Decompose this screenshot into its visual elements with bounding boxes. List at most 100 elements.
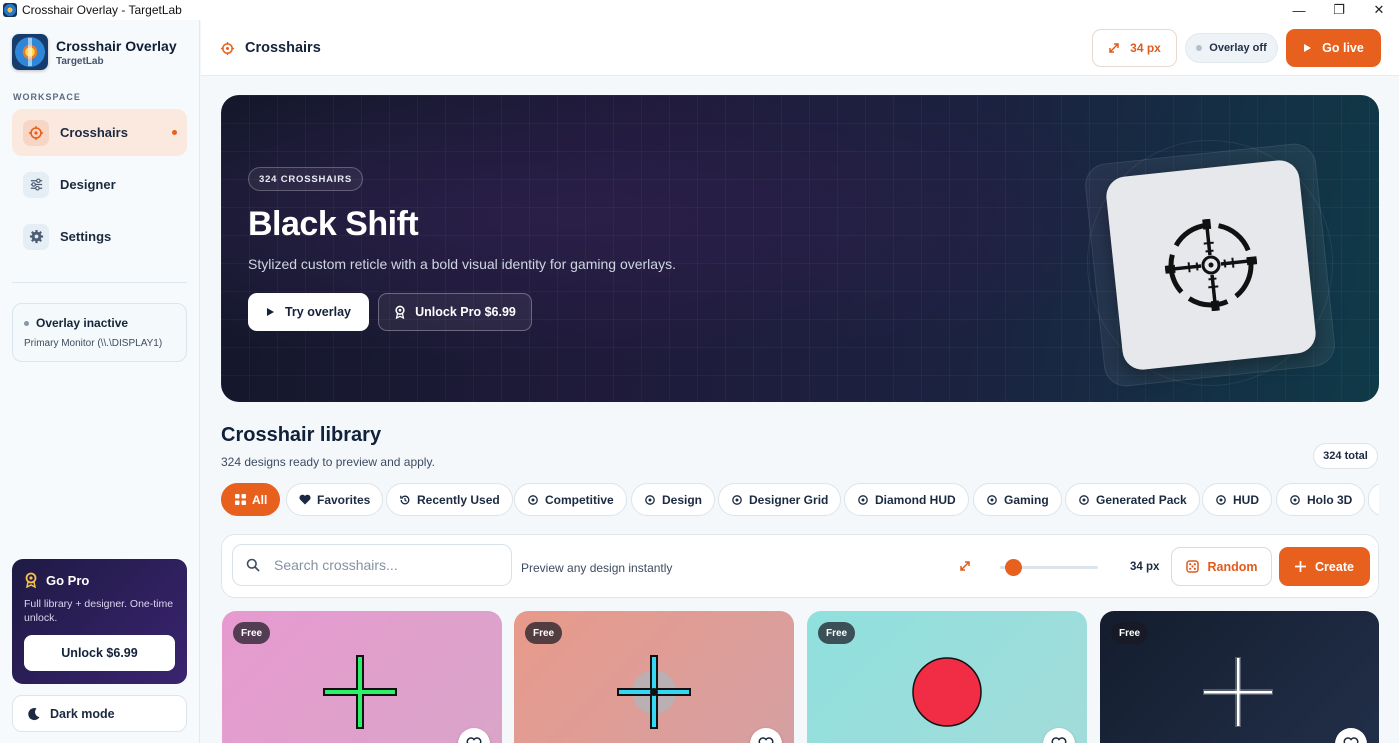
sidebar-item-settings[interactable]: Settings <box>12 213 187 260</box>
library-toolbar: Preview any design instantly 34 px Rando… <box>221 534 1379 598</box>
create-label: Create <box>1315 559 1354 574</box>
library-title: Crosshair library <box>221 424 382 446</box>
overlay-toggle-label: Overlay off <box>1209 42 1267 54</box>
heart-icon <box>758 737 774 743</box>
maximize-button[interactable]: ❐ <box>1319 0 1359 20</box>
crosshair-card[interactable]: Free <box>807 611 1087 743</box>
chip-label: Diamond HUD <box>875 492 956 507</box>
category-chips: All Favorites Recently Used Competitive … <box>221 483 1379 516</box>
history-icon <box>399 494 411 506</box>
chip-gaming[interactable]: Gaming <box>973 483 1062 516</box>
grid-icon <box>234 494 246 506</box>
hero-title: Black Shift <box>248 205 419 243</box>
play-icon <box>266 307 275 317</box>
app-name: Crosshair Overlay <box>56 37 177 54</box>
chip-recently-used[interactable]: Recently Used <box>386 483 513 516</box>
sidebar-item-crosshairs[interactable]: Crosshairs <box>12 109 187 156</box>
sidebar-item-designer[interactable]: Designer <box>12 161 187 208</box>
search-box[interactable] <box>232 544 512 586</box>
target-icon <box>731 494 743 506</box>
go-live-button[interactable]: Go live <box>1286 29 1381 67</box>
size-button[interactable]: 34 px <box>1092 29 1177 67</box>
chip-label: Designer Grid <box>749 492 829 507</box>
chip-favorites[interactable]: Favorites <box>286 483 384 516</box>
target-icon <box>1289 494 1301 506</box>
sidebar: Crosshair Overlay TargetLab WORKSPACE Cr… <box>0 20 200 743</box>
medal-icon <box>24 572 38 588</box>
crosshair-reticle-icon <box>1164 218 1258 312</box>
chip-label: Gaming <box>1004 492 1049 507</box>
chip-competitive[interactable]: Competitive <box>514 483 627 516</box>
unlock-pro-label: Unlock Pro $6.99 <box>415 305 516 319</box>
overlay-status-title: Overlay inactive <box>36 316 129 330</box>
go-pro-description: Full library + designer. One-time unlock… <box>24 598 174 624</box>
dice-icon <box>1185 560 1199 573</box>
overlay-monitor: Primary Monitor (\\.\DISPLAY1) <box>24 338 163 349</box>
chip-diamond-hud[interactable]: Diamond HUD <box>844 483 969 516</box>
size-slider[interactable] <box>1000 559 1098 576</box>
overlay-toggle[interactable]: Overlay off <box>1185 33 1278 63</box>
chip-generated-pack[interactable]: Generated Pack <box>1065 483 1200 516</box>
chip-label: Recently Used <box>417 492 500 507</box>
chip-overflow[interactable] <box>1368 483 1379 516</box>
size-value: 34 px <box>1130 561 1160 573</box>
crosshair-card[interactable]: Free <box>514 611 794 743</box>
chip-label: All <box>252 492 268 507</box>
close-button[interactable]: ✕ <box>1359 0 1399 20</box>
heart-icon <box>466 737 482 743</box>
free-badge: Free <box>1111 622 1149 644</box>
search-icon <box>246 558 260 572</box>
go-pro-card: Go Pro Full library + designer. One-time… <box>12 559 187 684</box>
crosshair-card[interactable]: Free <box>1100 611 1379 743</box>
go-live-label: Go live <box>1322 41 1364 55</box>
preview-hint: Preview any design instantly <box>521 561 673 575</box>
dark-mode-toggle[interactable]: Dark mode <box>12 695 187 732</box>
target-icon <box>857 494 869 506</box>
app-publisher: TargetLab <box>56 55 104 67</box>
create-button[interactable]: Create <box>1279 547 1370 586</box>
size-slider-handle[interactable] <box>1005 559 1022 576</box>
chip-design[interactable]: Design <box>631 483 716 516</box>
chip-designer-grid[interactable]: Designer Grid <box>718 483 842 516</box>
unlock-button[interactable]: Unlock $6.99 <box>24 635 175 671</box>
free-badge: Free <box>525 622 563 644</box>
page-title: Crosshairs <box>245 40 321 56</box>
crosshair-card[interactable]: Free <box>222 611 502 743</box>
sidebar-item-label: Designer <box>60 177 116 192</box>
status-dot-icon <box>24 320 29 326</box>
moon-icon <box>27 707 41 721</box>
window-title: Crosshair Overlay - TargetLab <box>22 3 182 17</box>
unlock-pro-button[interactable]: Unlock Pro $6.99 <box>378 293 532 331</box>
resize-icon <box>1108 42 1120 54</box>
library-subtitle: 324 designs ready to preview and apply. <box>221 455 435 469</box>
plus-icon <box>1295 561 1307 572</box>
target-icon <box>527 494 539 506</box>
chip-label: Favorites <box>317 492 371 507</box>
hero-description: Stylized custom reticle with a bold visu… <box>248 256 676 272</box>
heart-icon <box>1343 737 1359 743</box>
free-badge: Free <box>818 622 856 644</box>
random-label: Random <box>1207 559 1258 574</box>
featured-hero: 324 CROSSHAIRS Black Shift Stylized cust… <box>221 95 1379 402</box>
window-titlebar: Crosshair Overlay - TargetLab — ❐ ✕ <box>0 0 1399 20</box>
target-icon <box>220 41 235 56</box>
active-indicator <box>172 130 177 135</box>
total-badge: 324 total <box>1313 443 1378 469</box>
try-overlay-label: Try overlay <box>284 305 351 319</box>
search-input[interactable] <box>274 557 494 573</box>
chip-label: HUD <box>1233 492 1259 507</box>
go-pro-title: Go Pro <box>46 572 90 588</box>
medal-icon <box>394 305 406 319</box>
chip-label: Competitive <box>545 492 614 507</box>
chip-all[interactable]: All <box>221 483 281 516</box>
dark-mode-label: Dark mode <box>50 706 115 721</box>
chip-label: Design <box>662 492 703 507</box>
chip-holo-3d[interactable]: Holo 3D <box>1276 483 1366 516</box>
chip-hud[interactable]: HUD <box>1202 483 1272 516</box>
random-button[interactable]: Random <box>1171 547 1272 586</box>
try-overlay-button[interactable]: Try overlay <box>248 293 369 331</box>
overlay-status-card: Overlay inactive Primary Monitor (\\.\DI… <box>12 303 187 362</box>
sliders-icon <box>23 171 49 198</box>
sidebar-item-label: Settings <box>60 229 112 244</box>
minimize-button[interactable]: — <box>1279 0 1319 20</box>
